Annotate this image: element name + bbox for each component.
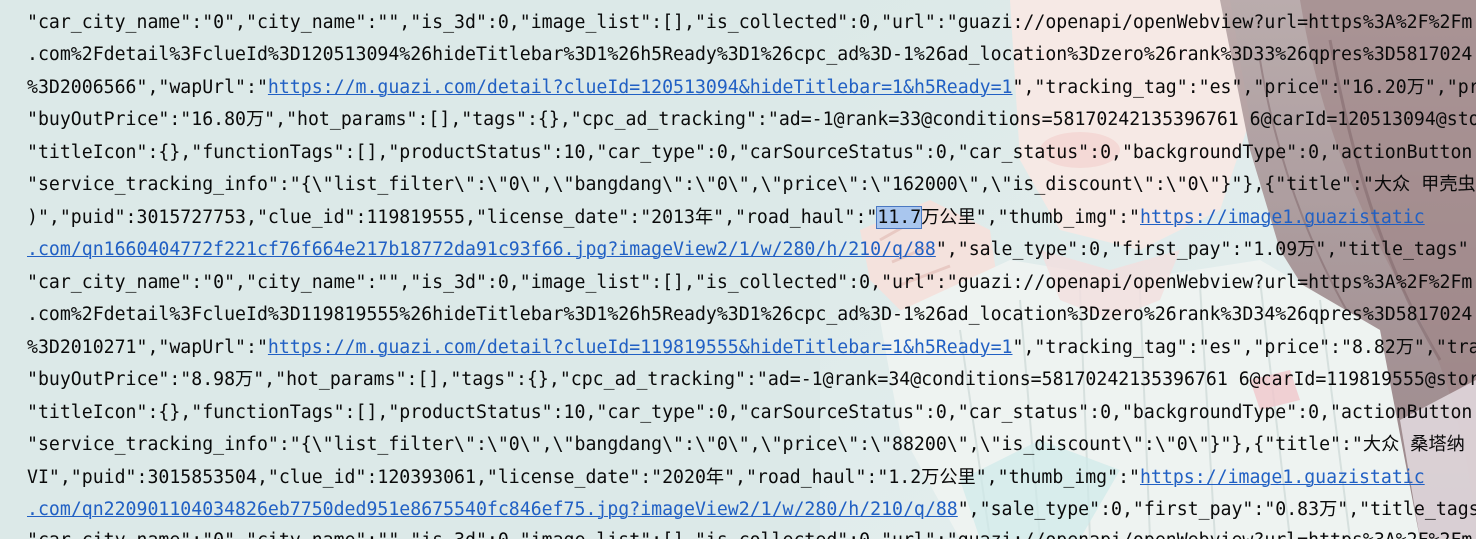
- url-link[interactable]: https://m.guazi.com/detail?clueId=119819…: [268, 337, 1013, 358]
- code-line[interactable]: "car_city_name":"0","city_name":"","is_3…: [27, 10, 1472, 36]
- code-line[interactable]: %3D2010271","wapUrl":"https://m.guazi.co…: [27, 335, 1476, 361]
- code-line[interactable]: .com%2Fdetail%3FclueId%3D120513094%26hid…: [27, 42, 1472, 68]
- url-link[interactable]: .com/qn1660404772f221cf76f664e217b18772d…: [27, 239, 936, 260]
- code-text: %3D2010271","wapUrl":": [27, 337, 268, 358]
- code-text: ","tracking_tag":"es","price":"8.82万","t…: [1012, 337, 1476, 358]
- code-line[interactable]: "service_tracking_info":"{\"list_filter\…: [27, 172, 1476, 198]
- code-text: .com%2Fdetail%3FclueId%3D120513094%26hid…: [27, 44, 1473, 65]
- code-line[interactable]: "service_tracking_info":"{\"list_filter\…: [27, 432, 1465, 458]
- code-text: 万公里","thumb_img":": [921, 207, 1140, 228]
- code-text: "car_city_name":"0","city_name":"","is_3…: [27, 272, 1473, 293]
- code-text: VI","puid":3015853504,"clue_id":12039306…: [27, 467, 1140, 488]
- code-text: "service_tracking_info":"{\"list_filter\…: [27, 174, 1476, 195]
- code-text: "buyOutPrice":"8.98万","hot_params":[],"t…: [27, 369, 1476, 390]
- code-line[interactable]: .com%2Fdetail%3FclueId%3D119819555%26hid…: [27, 302, 1472, 328]
- url-link[interactable]: https://image1.guazistatic: [1140, 207, 1425, 228]
- code-text: "titleIcon":{},"functionTags":[],"produc…: [27, 142, 1473, 163]
- code-line[interactable]: .com/qn220901104034826eb7750ded951e86755…: [27, 497, 1476, 523]
- code-text: "titleIcon":{},"functionTags":[],"produc…: [27, 402, 1473, 423]
- code-text: %3D2006566","wapUrl":": [27, 77, 268, 98]
- code-text: .com%2Fdetail%3FclueId%3D119819555%26hid…: [27, 304, 1473, 325]
- code-text: "car_city_name":"0","city_name":"","is_3…: [27, 12, 1473, 33]
- code-line[interactable]: .com/qn1660404772f221cf76f664e217b18772d…: [27, 237, 1469, 263]
- code-line[interactable]: %3D2006566","wapUrl":"https://m.guazi.co…: [27, 75, 1476, 101]
- code-text: ","sale_type":0,"first_pay":"0.83万","tit…: [957, 499, 1476, 520]
- code-line[interactable]: )","puid":3015727753,"clue_id":119819555…: [27, 205, 1425, 231]
- code-text: ","tracking_tag":"es","price":"16.20万","…: [1012, 77, 1476, 98]
- url-link[interactable]: https://image1.guazistatic: [1140, 467, 1425, 488]
- code-line[interactable]: "car_city_name":"0","city_name":"","is_3…: [27, 270, 1472, 296]
- code-text: ","sale_type":0,"first_pay":"1.09万","tit…: [935, 239, 1469, 260]
- code-line[interactable]: "titleIcon":{},"functionTags":[],"produc…: [27, 140, 1472, 166]
- code-line[interactable]: VI","puid":3015853504,"clue_id":12039306…: [27, 465, 1425, 491]
- code-text: )","puid":3015727753,"clue_id":119819555…: [27, 207, 878, 228]
- selected-text[interactable]: 11.7: [876, 206, 923, 229]
- code-text: "buyOutPrice":"16.80万","hot_params":[],"…: [27, 109, 1476, 130]
- url-link[interactable]: .com/qn220901104034826eb7750ded951e86755…: [27, 499, 958, 520]
- code-text: "service_tracking_info":"{\"list_filter\…: [27, 434, 1465, 455]
- code-editor[interactable]: "car_city_name":"0","city_name":"","is_3…: [0, 0, 1476, 539]
- code-line[interactable]: "buyOutPrice":"16.80万","hot_params":[],"…: [27, 107, 1476, 133]
- code-line[interactable]: "buyOutPrice":"8.98万","hot_params":[],"t…: [27, 367, 1476, 393]
- url-link[interactable]: https://m.guazi.com/detail?clueId=120513…: [268, 77, 1013, 98]
- code-line-partial[interactable]: "car_city_name":"0","city_name":"","is_3…: [27, 531, 1472, 539]
- code-line[interactable]: "titleIcon":{},"functionTags":[],"produc…: [27, 400, 1472, 426]
